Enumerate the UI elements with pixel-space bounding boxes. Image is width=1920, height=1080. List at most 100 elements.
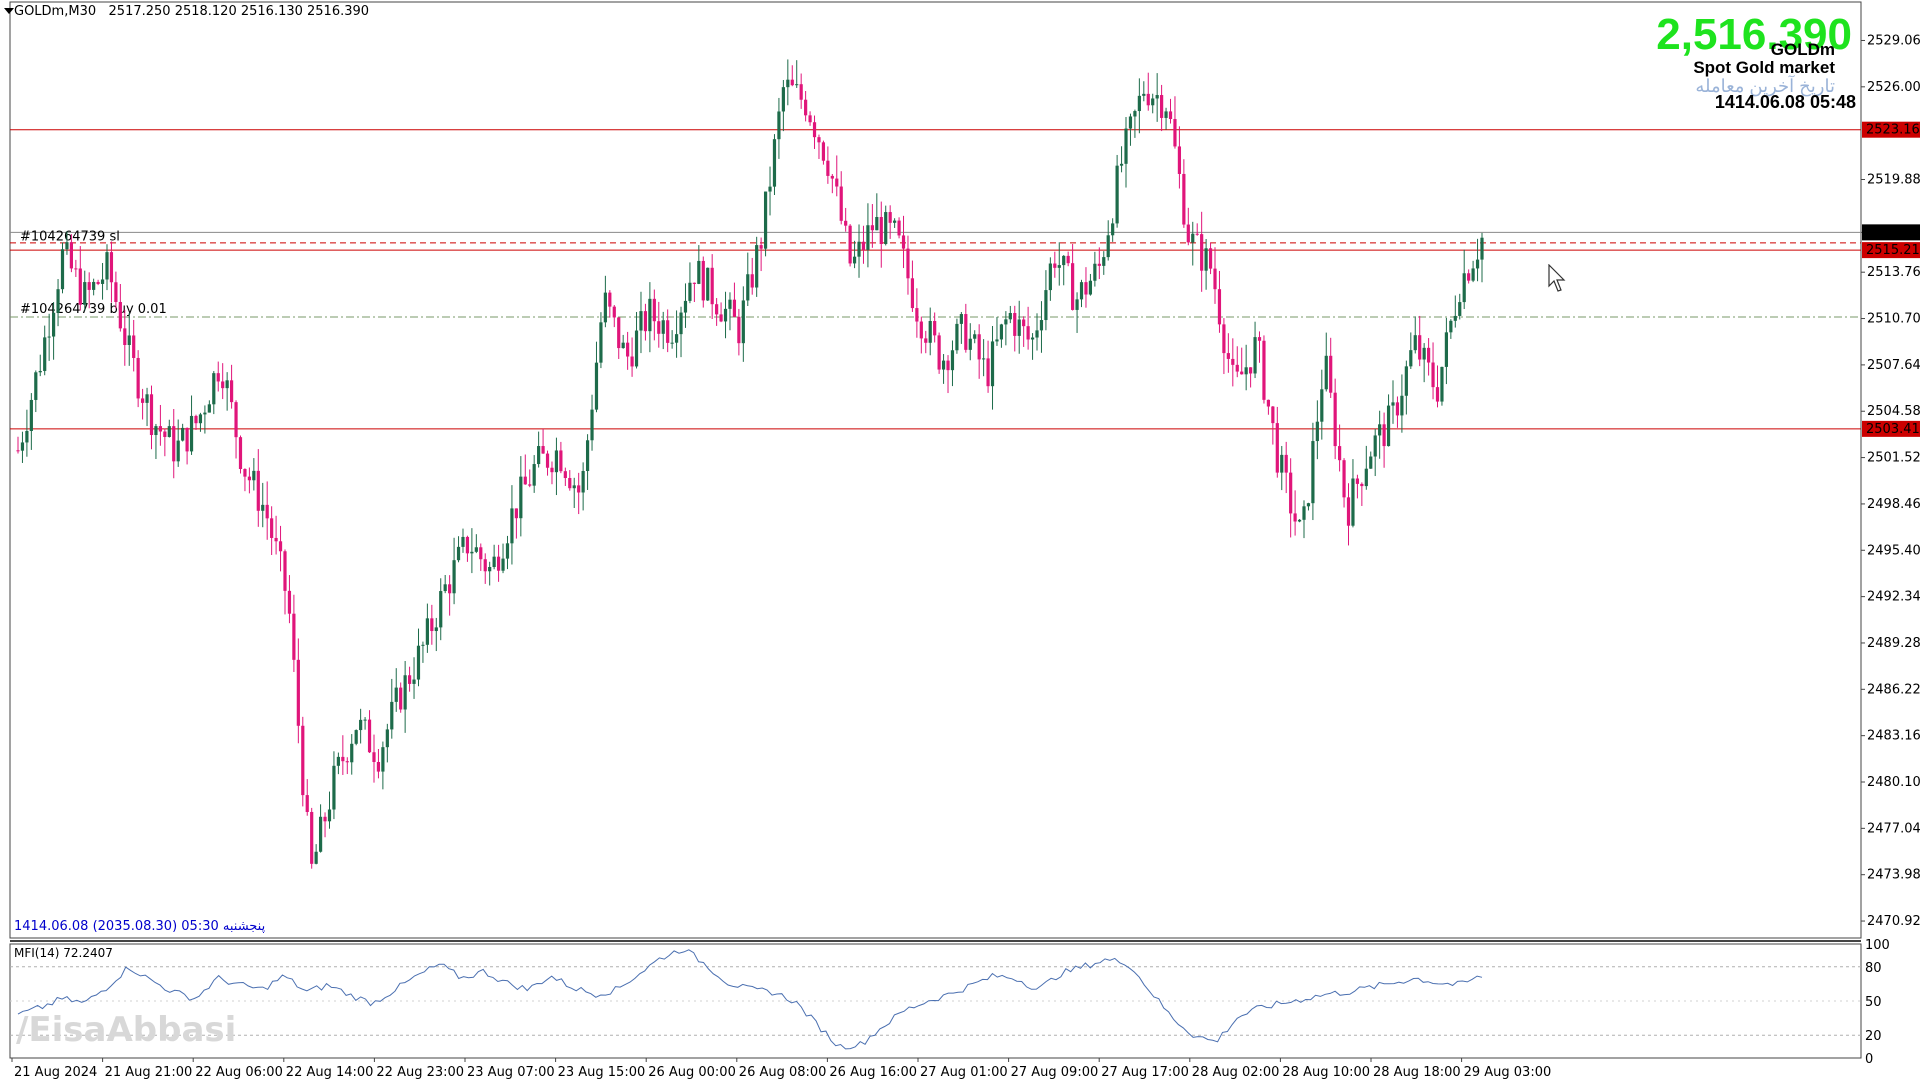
candle-body [100,279,105,284]
candle-body [327,809,332,822]
candle-body [225,380,229,389]
candle-body [1115,165,1119,224]
candle-body [1467,273,1471,281]
x-tick-label: 26 Aug 00:00 [648,1065,736,1080]
candle-body [817,137,821,143]
candle-body [1297,519,1302,522]
candle-body [1284,454,1288,473]
x-tick-label: 28 Aug 02:00 [1192,1065,1280,1080]
candle-body [946,360,950,371]
candle-body [283,551,287,591]
candle-body [29,399,33,431]
candle-body [1453,315,1457,321]
candle-body [1200,234,1204,271]
candle-body [1137,95,1141,112]
candle-body [1222,324,1226,354]
candle-body [109,252,114,283]
candle-body [412,679,416,684]
candle-body [1275,423,1279,473]
symbol-name: GOLDm [1770,40,1835,59]
candle-body [1475,259,1480,269]
y-tick-label: 2519.880 [1867,173,1920,188]
candle-body [1471,268,1475,281]
candle-body [1128,116,1133,129]
candle-body [706,267,710,301]
candle-body [741,300,745,344]
x-tick-label: 21 Aug 2024 [14,1065,97,1080]
candle-body [399,687,403,710]
candle-body [710,267,714,305]
candle-body [407,675,412,684]
y-tick-label: 2510.700 [1867,312,1920,327]
candle-body [363,719,367,721]
chart-menu-triangle-icon[interactable] [4,8,14,14]
candle-body [621,342,625,349]
candle-body [238,437,243,469]
y-tick-label: 2489.280 [1867,636,1920,651]
watermark: /EisaAbbasi [16,1010,237,1050]
candle-body [345,761,349,763]
mouse-cursor-icon [1548,264,1566,292]
candle-body [866,225,870,250]
candle-body [198,414,203,424]
candle-body [376,762,381,772]
candle-body [1195,233,1199,235]
candle-body [1253,337,1257,374]
candle-body [270,518,274,538]
y-tick-label: 2470.920 [1867,914,1920,929]
candle-body [296,659,300,726]
candle-body [1071,263,1075,310]
time-axis: 21 Aug 2024 21 Aug 21:00 22 Aug 06:00 22 Au… [11,1058,1551,1080]
candle-body [74,268,78,270]
candle-body [1164,111,1168,118]
candle-body [1449,320,1453,333]
candle-body [1173,119,1177,147]
candle-body [893,220,897,223]
candle-body [541,446,545,454]
last-trade-time: 1414.06.08 05:48 [1714,92,1856,112]
candle-body [123,328,127,346]
candle-body [185,427,189,452]
candle-body [1431,362,1435,388]
candle-body [430,618,434,632]
y-tick-label: 2501.520 [1867,451,1920,466]
candle-body [612,306,616,318]
candle-body [488,566,492,572]
candle-body [986,358,990,387]
candle-body [1142,93,1146,96]
candle-body [781,87,785,112]
candle-body [1093,263,1097,281]
y-tick-label: 2529.060 [1867,33,1920,48]
candle-body [1119,163,1124,166]
candle-body [372,752,376,763]
candle-body [1346,497,1351,526]
candle-body [715,304,719,315]
candle-body [928,320,932,343]
candle-body [505,543,510,559]
mfi-panel [10,949,1861,1050]
candle-body [594,362,599,410]
candle-body [830,175,834,179]
candle-body [448,584,452,594]
x-tick-label: 26 Aug 08:00 [739,1065,827,1080]
candle-body [737,316,741,344]
candle-body [1084,282,1088,295]
candle-body [577,485,581,493]
candle-body [639,311,643,331]
candle-body [1395,402,1400,416]
candle-body [532,464,536,486]
candle-body [670,342,674,344]
candle-body [1444,332,1449,367]
candle-body [149,394,154,436]
candle-body [96,281,100,284]
candle-body [982,358,986,360]
mfi-line [17,949,1483,1050]
mfi-tick-label: 50 [1865,995,1882,1010]
x-tick-label: 22 Aug 23:00 [376,1065,464,1080]
candle-body [20,442,25,451]
x-tick-label: 26 Aug 16:00 [829,1065,917,1080]
y-tick-label: 2504.580 [1867,404,1920,419]
candle-body [1338,446,1342,461]
candle-body [470,551,474,554]
candle-body [1249,367,1253,374]
